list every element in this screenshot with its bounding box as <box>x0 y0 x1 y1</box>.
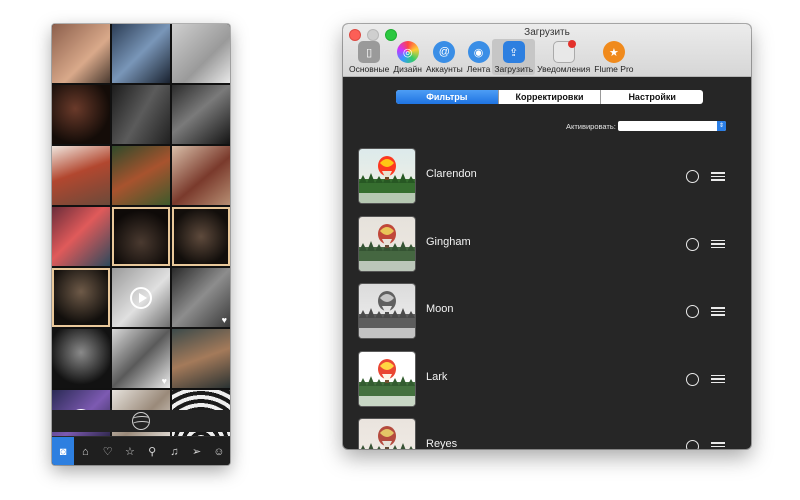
chevron-updown-icon: ⇕ <box>717 121 726 131</box>
filter-enable-radio[interactable] <box>686 170 699 183</box>
home-icon[interactable]: ⌂ <box>74 437 96 465</box>
filter-enable-radio[interactable] <box>686 440 699 449</box>
toolbar-tab-label: Загрузить <box>494 64 534 74</box>
flume-app-window: ♥ ♥ ◙ ⌂ ♡ ☆ ⚲ ♫ ➢ ☺ <box>52 24 230 465</box>
toolbar-tab-label: Лента <box>466 64 491 74</box>
heart-icon: ♥ <box>161 376 167 386</box>
photo-tile[interactable] <box>172 146 230 205</box>
activate-select[interactable]: ⇕ <box>618 121 726 131</box>
photo-grid: ♥ ♥ <box>52 24 230 449</box>
toolbar-tabs: ▯ Основные ◎ Дизайн @ Аккаунты ◉ Лента ⇪ Загрузит… <box>347 39 636 75</box>
photo-tile[interactable] <box>172 85 230 144</box>
profile-icon[interactable]: ☺ <box>208 437 230 465</box>
toolbar-tab-color-wheel[interactable]: ◎ Дизайн <box>391 39 424 75</box>
filter-name: Clarendon <box>426 168 477 180</box>
filter-preview-thumbnail <box>359 351 415 406</box>
notification-badge <box>567 40 576 48</box>
balloon-landscape-image <box>359 156 415 203</box>
photo-tile[interactable]: ♥ <box>172 268 230 327</box>
filter-preview-thumbnail <box>359 284 415 338</box>
photo-tile[interactable] <box>112 24 170 83</box>
toolbar-tab-label: Дизайн <box>393 64 422 74</box>
drag-handle-icon[interactable] <box>711 307 725 316</box>
filter-row[interactable]: Moon <box>343 281 751 339</box>
toolbar-tab-pro-star[interactable]: ★ Flume Pro <box>592 39 635 75</box>
balloon-landscape-image <box>359 358 415 406</box>
color-wheel-icon: ◎ <box>396 41 419 63</box>
window-toolbar: Загрузить ▯ Основные ◎ Дизайн @ Аккаунты ◉ Лент… <box>343 24 751 77</box>
photo-tile[interactable] <box>52 24 110 83</box>
toolbar-tab-label: Основные <box>349 64 390 74</box>
pro-star-icon: ★ <box>602 41 625 63</box>
photo-tile[interactable] <box>172 329 230 388</box>
filter-name: Lark <box>426 370 448 383</box>
at-icon: @ <box>433 41 456 63</box>
toolbar-tab-notification[interactable]: Уведомления <box>535 39 592 75</box>
toolbar-tab-label: Аккаунты <box>425 64 463 74</box>
bell-icon[interactable]: ♫ <box>163 437 185 465</box>
send-icon[interactable]: ➢ <box>186 437 208 465</box>
balloon-landscape-image <box>359 291 415 338</box>
toolbar-tab-at[interactable]: @ Аккаунты <box>424 39 465 75</box>
camera-icon[interactable]: ◙ <box>52 437 75 465</box>
filter-list: Clarendon Gingham Moon Lark Reyes <box>343 146 751 449</box>
upload-icon: ⇪ <box>502 41 525 63</box>
search-icon[interactable]: ⚲ <box>141 437 163 465</box>
drag-handle-icon[interactable] <box>711 442 725 449</box>
toolbar-tab-broadcast[interactable]: ◉ Лента <box>465 39 493 75</box>
notification-icon <box>552 40 576 63</box>
segmented-control: Фильтры Корректировки Настройки <box>396 90 703 104</box>
photo-tile[interactable] <box>52 85 110 144</box>
photo-tile[interactable] <box>112 146 170 205</box>
filter-enable-radio[interactable] <box>686 237 699 251</box>
activate-label: Активировать: <box>566 122 616 131</box>
drag-handle-icon[interactable] <box>711 239 725 249</box>
balloon-landscape-image <box>359 223 415 271</box>
photo-tile[interactable] <box>112 85 170 144</box>
broadcast-icon: ◉ <box>467 41 490 63</box>
heart-icon[interactable]: ♡ <box>97 437 119 465</box>
bottom-tab-bar: ◙ ⌂ ♡ ☆ ⚲ ♫ ➢ ☺ <box>52 436 230 465</box>
drag-handle-icon[interactable] <box>711 172 725 181</box>
segment-1[interactable]: Корректировки <box>497 90 601 104</box>
segment-2[interactable]: Настройки <box>600 90 703 104</box>
filter-row[interactable]: Gingham <box>343 214 751 272</box>
toolbar-tab-upload[interactable]: ⇪ Загрузить <box>492 39 536 75</box>
filter-name: Moon <box>426 303 454 315</box>
photo-tile[interactable] <box>52 207 110 266</box>
toolbar-tab-label: Уведомления <box>537 64 591 74</box>
filter-name: Reyes <box>426 438 458 449</box>
filter-preview-thumbnail <box>359 419 415 449</box>
segment-0[interactable]: Фильтры <box>396 90 498 104</box>
filter-row[interactable]: Lark <box>343 349 751 407</box>
photo-tile[interactable] <box>112 207 170 266</box>
filter-preview-thumbnail <box>359 216 415 271</box>
photo-tile[interactable] <box>172 207 230 266</box>
filter-name: Gingham <box>426 235 471 248</box>
photo-tile[interactable] <box>52 268 110 327</box>
photo-tile[interactable] <box>52 329 110 388</box>
play-icon[interactable] <box>130 286 152 309</box>
heart-icon: ♥ <box>221 315 227 325</box>
toolbar-tab-label: Flume Pro <box>594 64 634 74</box>
filter-enable-radio[interactable] <box>686 372 699 386</box>
filter-row[interactable]: Reyes <box>343 416 751 449</box>
video-tile[interactable] <box>112 268 170 327</box>
toolbar-tab-phone[interactable]: ▯ Основные <box>347 39 391 75</box>
filter-enable-radio[interactable] <box>686 305 699 318</box>
photo-tile[interactable]: ♥ <box>112 329 170 388</box>
phone-icon: ▯ <box>358 41 381 63</box>
app-logo-bar <box>52 410 230 432</box>
photo-tile[interactable] <box>52 146 110 205</box>
filter-row[interactable]: Clarendon <box>343 146 751 204</box>
photo-tile[interactable] <box>172 24 230 83</box>
balloon-landscape-image <box>361 426 413 449</box>
star-icon[interactable]: ☆ <box>119 437 141 465</box>
drag-handle-icon[interactable] <box>711 374 725 384</box>
filter-preview-thumbnail <box>359 149 415 203</box>
preferences-window: Загрузить ▯ Основные ◎ Дизайн @ Аккаунты ◉ Лент… <box>343 24 751 449</box>
window-title: Загрузить <box>524 27 570 38</box>
flume-logo-icon <box>132 412 150 430</box>
